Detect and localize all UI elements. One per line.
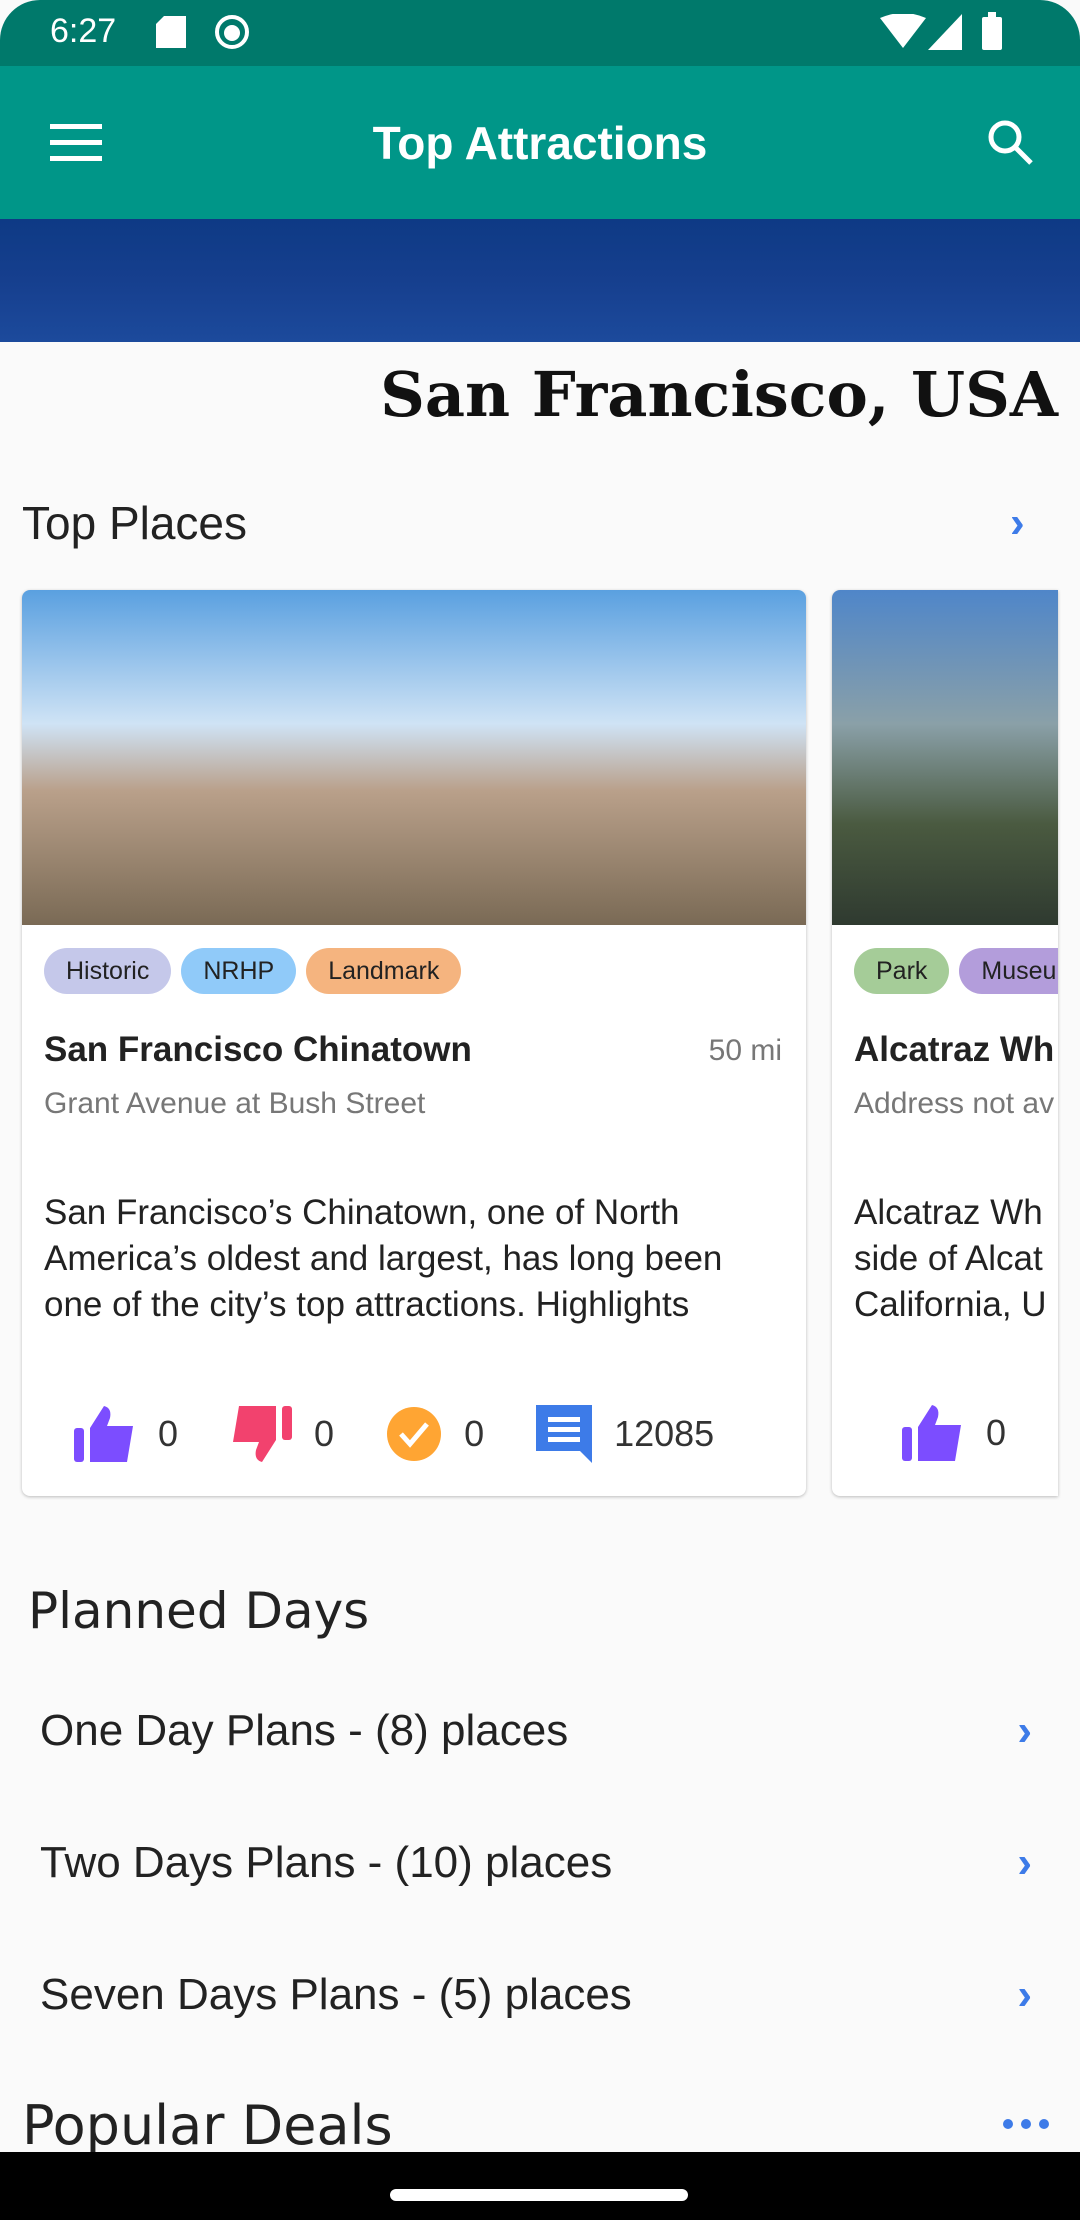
thumbs-down-icon bbox=[233, 1406, 293, 1462]
place-description: San Francisco’s Chinatown, one of North … bbox=[44, 1193, 723, 1324]
plan-label: Seven Days Plans - (5) places bbox=[40, 1970, 632, 2019]
wifi-icon bbox=[880, 14, 926, 48]
popular-deals-heading: Popular Deals bbox=[22, 2094, 393, 2157]
like-button[interactable]: 0 bbox=[902, 1405, 1006, 1461]
like-count: 0 bbox=[986, 1412, 1007, 1453]
top-places-heading: Top Places bbox=[22, 497, 248, 549]
place-card[interactable]: Historic NRHP Landmark San Francisco China… bbox=[22, 590, 806, 1496]
like-button[interactable]: 0 bbox=[74, 1405, 178, 1463]
check-circle-icon bbox=[387, 1407, 442, 1461]
comment-icon bbox=[536, 1405, 593, 1463]
chevron-right-icon: › bbox=[1017, 1706, 1032, 1755]
visited-count: 0 bbox=[464, 1413, 485, 1454]
comment-count: 12085 bbox=[614, 1413, 715, 1454]
chevron-right-icon: › bbox=[1017, 1970, 1032, 2019]
plan-item[interactable]: Two Days Plans - (10) places › bbox=[0, 1808, 1080, 1918]
navigation-bar bbox=[0, 2152, 1080, 2220]
hero-image bbox=[0, 219, 1080, 342]
place-card[interactable]: ParkMuseum Alcatraz Wh Address not av Al… bbox=[832, 590, 1058, 1496]
visited-button[interactable]: 0 bbox=[386, 1405, 484, 1463]
status-bar: 6:27 bbox=[0, 0, 1080, 66]
plan-label: One Day Plans - (8) places bbox=[40, 1706, 569, 1755]
tag: Historic bbox=[44, 948, 172, 994]
search-icon[interactable] bbox=[986, 118, 1034, 166]
chevron-right-icon: › bbox=[1017, 1838, 1032, 1887]
city-title: San Francisco, USA bbox=[380, 358, 1058, 431]
signal-icon bbox=[928, 14, 962, 50]
plan-item[interactable]: One Day Plans - (8) places › bbox=[0, 1676, 1080, 1786]
tag: Museum bbox=[959, 948, 1058, 994]
tag-list: Historic NRHP Landmark bbox=[44, 948, 471, 994]
tag: Park bbox=[854, 948, 950, 994]
tag: NRHP bbox=[181, 948, 297, 994]
place-name: Alcatraz Wh bbox=[854, 1030, 1055, 1069]
battery-icon bbox=[982, 12, 1002, 50]
app-title: Top Attractions bbox=[372, 117, 708, 169]
place-description: Alcatraz Wh side of Alcat California, U bbox=[854, 1193, 1047, 1324]
cat-icon bbox=[215, 15, 249, 49]
app-bar: Top Attractions bbox=[0, 66, 1080, 219]
plan-item[interactable]: Seven Days Plans - (5) places › bbox=[0, 1940, 1080, 2050]
status-time: 6:27 bbox=[50, 12, 117, 50]
place-address: Address not av bbox=[854, 1087, 1055, 1120]
more-dots-icon[interactable] bbox=[1002, 2118, 1050, 2130]
planned-days-heading: Planned Days bbox=[28, 1582, 370, 1640]
plan-label: Two Days Plans - (10) places bbox=[40, 1838, 613, 1887]
dislike-count: 0 bbox=[314, 1413, 335, 1454]
thumbs-up-icon bbox=[74, 1406, 133, 1462]
place-name: San Francisco Chinatown bbox=[44, 1030, 472, 1069]
tag: Landmark bbox=[306, 948, 462, 994]
like-count: 0 bbox=[158, 1413, 179, 1454]
comments-button[interactable]: 12085 bbox=[536, 1405, 714, 1463]
thumbs-up-icon bbox=[902, 1405, 961, 1461]
sd-card-icon bbox=[156, 16, 186, 48]
home-gesture-handle[interactable] bbox=[390, 2189, 688, 2201]
top-places-more-chevron-icon[interactable]: › bbox=[1010, 498, 1025, 548]
dislike-button[interactable]: 0 bbox=[230, 1405, 334, 1463]
place-address: Grant Avenue at Bush Street bbox=[44, 1087, 426, 1120]
place-image bbox=[22, 590, 806, 925]
place-distance: 50 mi bbox=[708, 1034, 782, 1067]
place-image bbox=[832, 590, 1058, 925]
tag-list: ParkMuseum bbox=[854, 948, 1058, 994]
